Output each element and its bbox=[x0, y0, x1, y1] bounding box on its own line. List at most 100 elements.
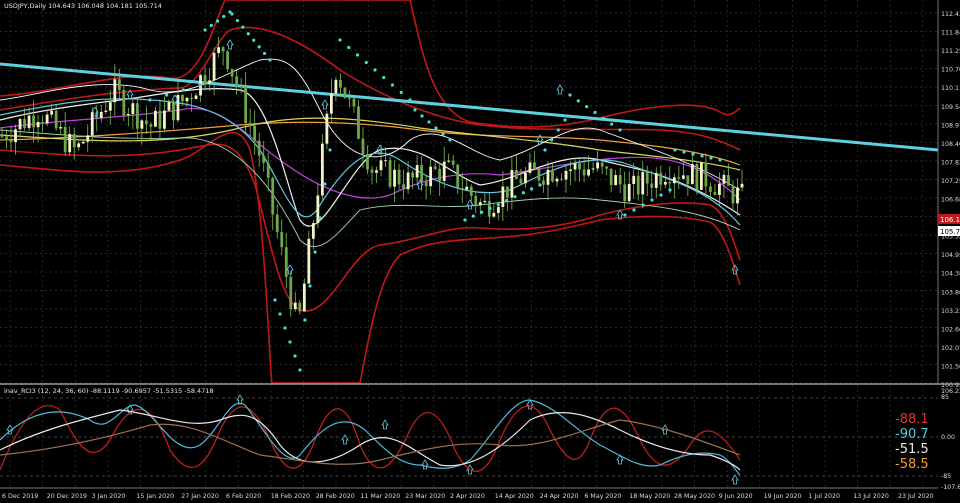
candle-body bbox=[375, 170, 378, 173]
sar-dot bbox=[246, 32, 250, 36]
candle-body bbox=[627, 183, 631, 202]
sar-dot bbox=[390, 83, 395, 87]
candle-body bbox=[677, 177, 681, 179]
candle-body bbox=[262, 155, 266, 163]
candle-body bbox=[524, 172, 527, 184]
candle-body bbox=[533, 162, 536, 170]
candle-body bbox=[122, 89, 126, 116]
candle-body bbox=[320, 143, 324, 196]
candle-body bbox=[27, 115, 31, 129]
rci-tick-label: -107.6220 bbox=[941, 484, 960, 491]
sar-dot bbox=[203, 28, 207, 32]
sar-dot bbox=[659, 193, 663, 197]
candle-body bbox=[695, 164, 699, 190]
sar-dot bbox=[543, 148, 547, 152]
last-price-label: 105.714 bbox=[940, 228, 960, 236]
sar-dot bbox=[521, 191, 525, 195]
candle-body bbox=[560, 178, 563, 180]
grid bbox=[0, 0, 938, 488]
date-tick-label: 6 Feb 2020 bbox=[226, 493, 261, 500]
sar-dot bbox=[355, 53, 360, 57]
candle-body bbox=[302, 283, 306, 312]
candle-body bbox=[63, 127, 67, 153]
sar-dot bbox=[293, 354, 297, 358]
candle-body bbox=[50, 110, 54, 115]
candle-body bbox=[352, 98, 356, 107]
sar-dot bbox=[471, 214, 475, 218]
candle-body bbox=[438, 168, 442, 181]
candle-body bbox=[582, 169, 586, 176]
candle-body bbox=[226, 51, 230, 70]
candle-body bbox=[311, 223, 315, 239]
signal-arrow-icon bbox=[421, 459, 429, 470]
candle-body bbox=[126, 114, 130, 116]
sar-dot bbox=[673, 148, 677, 152]
candle-body bbox=[68, 133, 72, 153]
candle-body bbox=[167, 102, 171, 111]
candle-body bbox=[537, 169, 541, 181]
candle-body bbox=[379, 160, 383, 171]
sar-dot bbox=[278, 312, 282, 316]
candle-body bbox=[298, 302, 302, 312]
candle-body bbox=[442, 161, 446, 181]
date-tick-label: 15 Jan 2020 bbox=[136, 493, 174, 500]
candle-body bbox=[699, 162, 703, 190]
sar-dot bbox=[576, 99, 580, 103]
candle-body bbox=[632, 175, 636, 184]
candle-body bbox=[591, 168, 595, 170]
candle-body bbox=[370, 169, 374, 173]
signal-arrow-icon bbox=[526, 399, 534, 410]
sar-dot bbox=[165, 93, 169, 97]
candle-body bbox=[496, 206, 500, 213]
sar-dot bbox=[641, 203, 645, 207]
candle-body bbox=[460, 188, 464, 190]
sar-dot bbox=[252, 38, 256, 42]
candle-body bbox=[117, 79, 121, 90]
sar-dot bbox=[215, 19, 220, 23]
sar-dot bbox=[268, 58, 272, 62]
sar-dot bbox=[427, 120, 431, 124]
candle-body bbox=[253, 125, 257, 141]
candle-body bbox=[641, 172, 645, 195]
date-tick-label: 23 Jul 2020 bbox=[898, 493, 934, 500]
candle-body bbox=[32, 115, 35, 128]
price-tick-label: 109.545 bbox=[941, 104, 960, 111]
candle-body bbox=[406, 172, 410, 190]
candle-body bbox=[614, 175, 618, 186]
rci-value: -88.1 bbox=[895, 412, 929, 427]
candle-body bbox=[113, 79, 117, 103]
rci-value: -51.5 bbox=[895, 442, 929, 457]
candle-body bbox=[325, 113, 329, 144]
candle-body bbox=[293, 302, 297, 310]
sar-dot bbox=[288, 340, 292, 344]
candle-body bbox=[384, 160, 387, 162]
candle-body bbox=[289, 276, 293, 310]
sar-dot bbox=[691, 152, 695, 156]
candle-body bbox=[709, 186, 712, 192]
candle-body bbox=[456, 164, 460, 189]
sar-dot bbox=[496, 202, 500, 207]
lower-band-outer bbox=[0, 131, 741, 384]
candle-body bbox=[424, 181, 428, 187]
date-tick-label: 1 Jul 2020 bbox=[808, 493, 840, 500]
candle-body bbox=[668, 181, 672, 184]
candle-body bbox=[203, 75, 207, 84]
sar-dot bbox=[413, 108, 417, 112]
candle-body bbox=[158, 110, 162, 129]
date-tick-label: 23 Mar 2020 bbox=[405, 493, 445, 500]
candle-body bbox=[221, 47, 225, 52]
trendline[interactable] bbox=[0, 62, 939, 152]
candle-body bbox=[605, 166, 609, 169]
sar-dot bbox=[632, 208, 636, 212]
sar-dot bbox=[283, 326, 287, 330]
candle-body bbox=[469, 186, 473, 196]
candle-body bbox=[334, 79, 338, 94]
sar-dot bbox=[610, 122, 614, 126]
sar-dot bbox=[303, 318, 307, 322]
price-tick-label: 103.800 bbox=[941, 289, 960, 296]
candle-body bbox=[659, 172, 663, 185]
candle-body bbox=[149, 124, 153, 127]
lower-band-inner bbox=[0, 143, 741, 312]
sar-dot bbox=[718, 158, 722, 162]
candle-body bbox=[348, 97, 351, 99]
